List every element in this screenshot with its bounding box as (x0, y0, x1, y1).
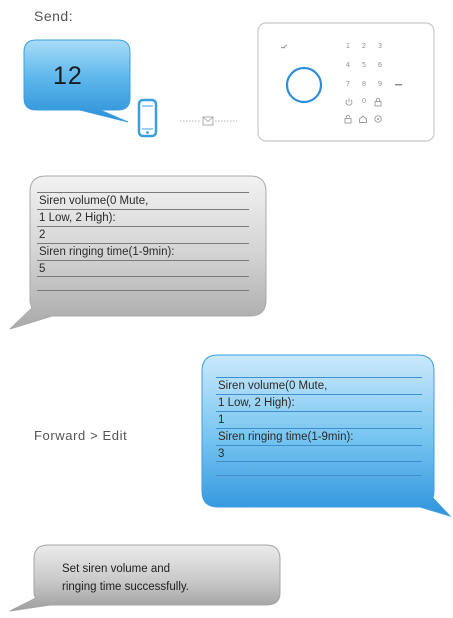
reply-line: Siren ringing time(1-9min): (37, 243, 249, 260)
phone-icon (137, 98, 158, 138)
key-1: 1 (345, 42, 351, 50)
edit-line: Siren volume(0 Mute, (216, 377, 422, 394)
edit-line: Siren ringing time(1-9min): (216, 428, 422, 445)
reply-empty-line (37, 277, 249, 291)
result-line-2: ringing time successfully. (62, 581, 189, 593)
result-text: Set siren volume and ringing time succes… (62, 560, 262, 596)
reply-line: 2 (37, 226, 249, 243)
edit-line: 1 Low, 2 High): (216, 394, 422, 411)
result-line-1: Set siren volume and (62, 563, 171, 575)
unlock-icon (344, 114, 352, 124)
send-label: Send: (34, 8, 74, 24)
sos-icon (374, 115, 382, 123)
home-icon (359, 115, 367, 123)
reply-line: 5 (37, 260, 249, 277)
reply-line: Siren volume(0 Mute, (37, 192, 249, 209)
signal-icon (395, 84, 402, 86)
envelope-icon (180, 116, 237, 126)
edit-line: 1 (216, 411, 422, 428)
edit-line: 3 (216, 445, 422, 462)
key-8: 8 (361, 80, 367, 88)
edit-empty-line (216, 462, 422, 476)
key-2: 2 (361, 42, 367, 50)
forward-edit-label: Forward > Edit (34, 428, 128, 443)
edit-lines: Siren volume(0 Mute, 1 Low, 2 High): 1 S… (216, 377, 422, 476)
code-value: 12 (53, 62, 83, 90)
reply-line: 1 Low, 2 High): (37, 209, 249, 226)
reply-lines: Siren volume(0 Mute, 1 Low, 2 High): 2 S… (37, 192, 249, 291)
key-0: 0 (361, 97, 367, 105)
key-5: 5 (361, 61, 367, 69)
key-3: 3 (377, 42, 383, 50)
key-7: 7 (345, 80, 351, 88)
key-9: 9 (377, 80, 383, 88)
key-6: 6 (377, 61, 383, 69)
power-icon (345, 98, 353, 106)
lock-icon (374, 97, 382, 107)
key-4: 4 (345, 61, 351, 69)
